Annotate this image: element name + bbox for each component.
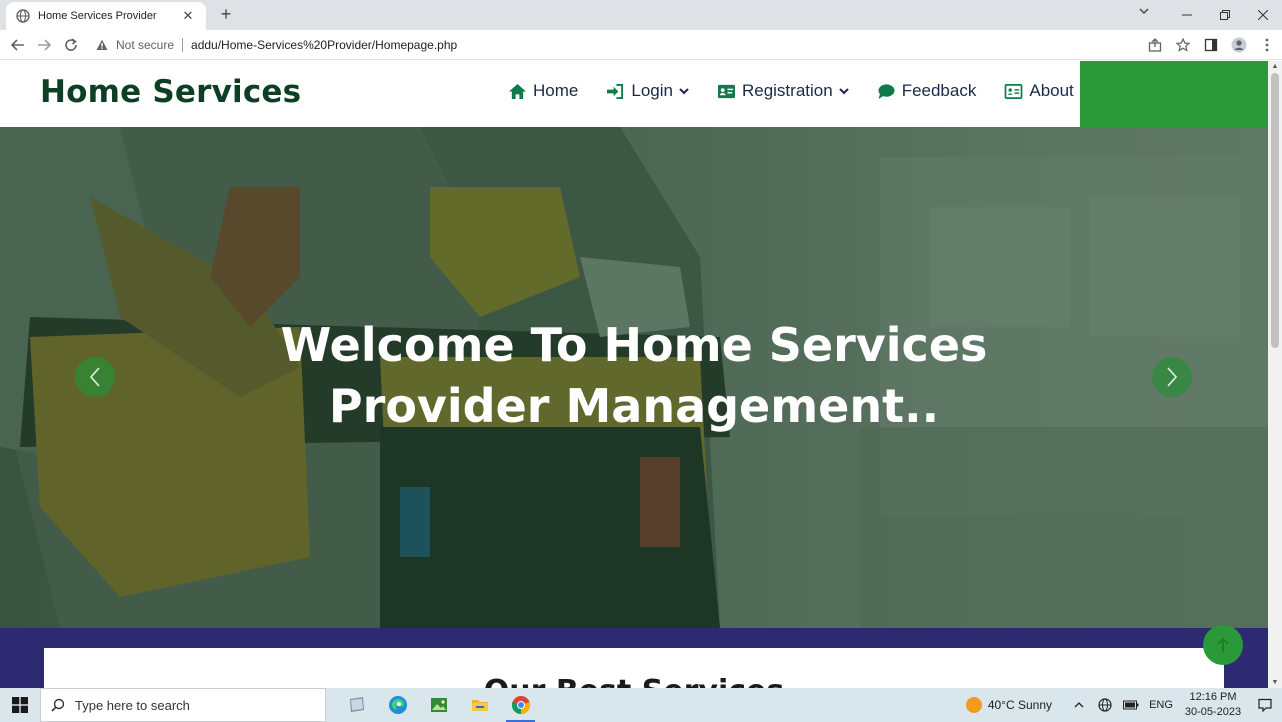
services-heading: Our Best Services	[44, 674, 1224, 688]
nav-login[interactable]: Login	[606, 81, 689, 101]
chevron-right-icon	[1167, 367, 1178, 387]
address-separator	[182, 38, 184, 52]
side-panel-icon[interactable]	[1202, 36, 1220, 54]
show-hidden-icons-chevron-icon[interactable]	[1066, 688, 1092, 722]
taskbar-app-photos[interactable]	[418, 688, 459, 722]
taskbar-app-file-explorer[interactable]	[459, 688, 500, 722]
taskbar-search-placeholder: Type here to search	[75, 697, 190, 713]
chevron-left-icon	[89, 367, 100, 387]
chevron-down-icon	[838, 88, 849, 95]
browser-tabbar: Home Services Provider ✕ +	[0, 0, 1282, 30]
url-text[interactable]: addu/Home-Services%20Provider/Homepage.p…	[191, 38, 457, 52]
profile-avatar-icon[interactable]	[1230, 36, 1248, 54]
nav-feedback-label: Feedback	[901, 81, 977, 100]
id-card-icon	[717, 84, 735, 98]
system-tray: 40°C Sunny ENG 12:16 PM 30-05-2023	[965, 688, 1282, 722]
weather-widget[interactable]: 40°C Sunny	[965, 697, 1052, 713]
header-accent-block	[1080, 61, 1268, 127]
nav-about[interactable]: About	[1004, 81, 1074, 101]
warning-icon	[96, 39, 108, 50]
scroll-down-arrow-icon[interactable]: ▼	[1271, 679, 1279, 686]
forward-arrow-icon[interactable]	[35, 36, 53, 54]
nav-login-label: Login	[631, 81, 673, 100]
site-header: Home Services Home Login Registration Fe…	[0, 61, 1268, 127]
taskbar-search-box[interactable]: Type here to search	[40, 688, 326, 722]
hero-title-line2: Provider Management..	[328, 379, 940, 433]
nav-registration[interactable]: Registration	[717, 81, 849, 101]
taskbar-app-edge[interactable]	[377, 688, 418, 722]
carousel-prev-button[interactable]	[75, 357, 115, 397]
start-button[interactable]	[0, 688, 40, 722]
chevron-down-icon	[679, 88, 689, 95]
browser-toolbar: Not secure addu/Home-Services%20Provider…	[0, 30, 1282, 60]
scrollbar-thumb[interactable]	[1271, 73, 1279, 348]
close-tab-icon[interactable]: ✕	[180, 8, 196, 24]
globe-icon	[16, 9, 30, 23]
edge-browser-icon	[388, 696, 407, 714]
close-window-icon[interactable]	[1244, 0, 1282, 30]
browser-tab[interactable]: Home Services Provider ✕	[6, 2, 206, 30]
taskbar-clock[interactable]: 12:16 PM 30-05-2023	[1178, 690, 1248, 720]
services-section: Our Best Services	[0, 628, 1268, 688]
battery-icon[interactable]	[1118, 688, 1144, 722]
web-page: Home Services Home Login Registration Fe…	[0, 61, 1268, 688]
search-icon	[51, 698, 65, 712]
windows-logo-icon	[12, 697, 28, 713]
address-bar[interactable]: Not secure addu/Home-Services%20Provider…	[88, 34, 1158, 56]
taskbar-pinned-apps	[336, 688, 541, 722]
weather-text: 40°C Sunny	[987, 698, 1052, 712]
address-card-icon	[1004, 83, 1023, 99]
tab-search-chevron-icon[interactable]	[1138, 5, 1150, 20]
home-icon	[509, 83, 526, 99]
carousel-next-button[interactable]	[1152, 357, 1192, 397]
new-tab-button[interactable]: +	[216, 4, 236, 24]
toolbar-actions	[1146, 36, 1276, 54]
restore-icon[interactable]	[1206, 0, 1244, 30]
folder-icon	[471, 700, 488, 711]
tab-title: Home Services Provider	[38, 10, 157, 22]
network-globe-icon[interactable]	[1092, 688, 1118, 722]
window-controls	[1168, 0, 1282, 30]
notification-center-button[interactable]	[1248, 698, 1282, 712]
kebab-menu-icon[interactable]	[1258, 36, 1276, 54]
nav-registration-label: Registration	[741, 81, 833, 100]
nav-about-label: About	[1029, 81, 1074, 100]
nav-feedback[interactable]: Feedback	[877, 81, 977, 101]
brand-logo-text[interactable]: Home Services	[40, 74, 301, 110]
nav-home[interactable]: Home	[508, 81, 578, 101]
taskbar-app-chrome[interactable]	[500, 688, 541, 722]
back-to-top-button[interactable]	[1203, 625, 1243, 665]
photos-app-icon	[430, 698, 447, 712]
nav-home-label: Home	[533, 81, 579, 100]
language-indicator[interactable]: ENG	[1144, 688, 1178, 722]
hero-title: Welcome To Home Services Provider Manage…	[184, 315, 1084, 437]
page-scrollbar[interactable]: ▲ ▼	[1268, 61, 1282, 688]
chrome-browser-icon	[511, 696, 530, 715]
main-nav: Home Login Registration Feedback About	[508, 81, 1074, 101]
reload-icon[interactable]	[62, 36, 80, 54]
windows-taskbar: Type here to search 40°C Sunny ENG 12:16…	[0, 688, 1282, 722]
taskbar-app-notes[interactable]	[336, 688, 377, 722]
notification-icon	[1258, 698, 1272, 712]
arrow-up-icon	[1217, 637, 1229, 652]
sun-icon	[965, 697, 982, 713]
chat-bubble-icon	[878, 83, 895, 99]
hero-title-line1: Welcome To Home Services	[280, 318, 988, 372]
hero-carousel: Welcome To Home Services Provider Manage…	[0, 127, 1268, 628]
services-card: Our Best Services	[44, 648, 1224, 688]
clock-date: 30-05-2023	[1184, 706, 1242, 718]
bookmark-star-icon[interactable]	[1174, 36, 1192, 54]
clock-time: 12:16 PM	[1189, 691, 1237, 703]
back-arrow-icon[interactable]	[9, 36, 27, 54]
minimize-icon[interactable]	[1168, 0, 1206, 30]
not-secure-label[interactable]: Not secure	[116, 38, 174, 52]
notes-app-icon	[349, 697, 364, 712]
share-icon[interactable]	[1146, 36, 1164, 54]
sign-in-icon	[607, 83, 624, 99]
scroll-up-arrow-icon[interactable]: ▲	[1271, 63, 1279, 70]
